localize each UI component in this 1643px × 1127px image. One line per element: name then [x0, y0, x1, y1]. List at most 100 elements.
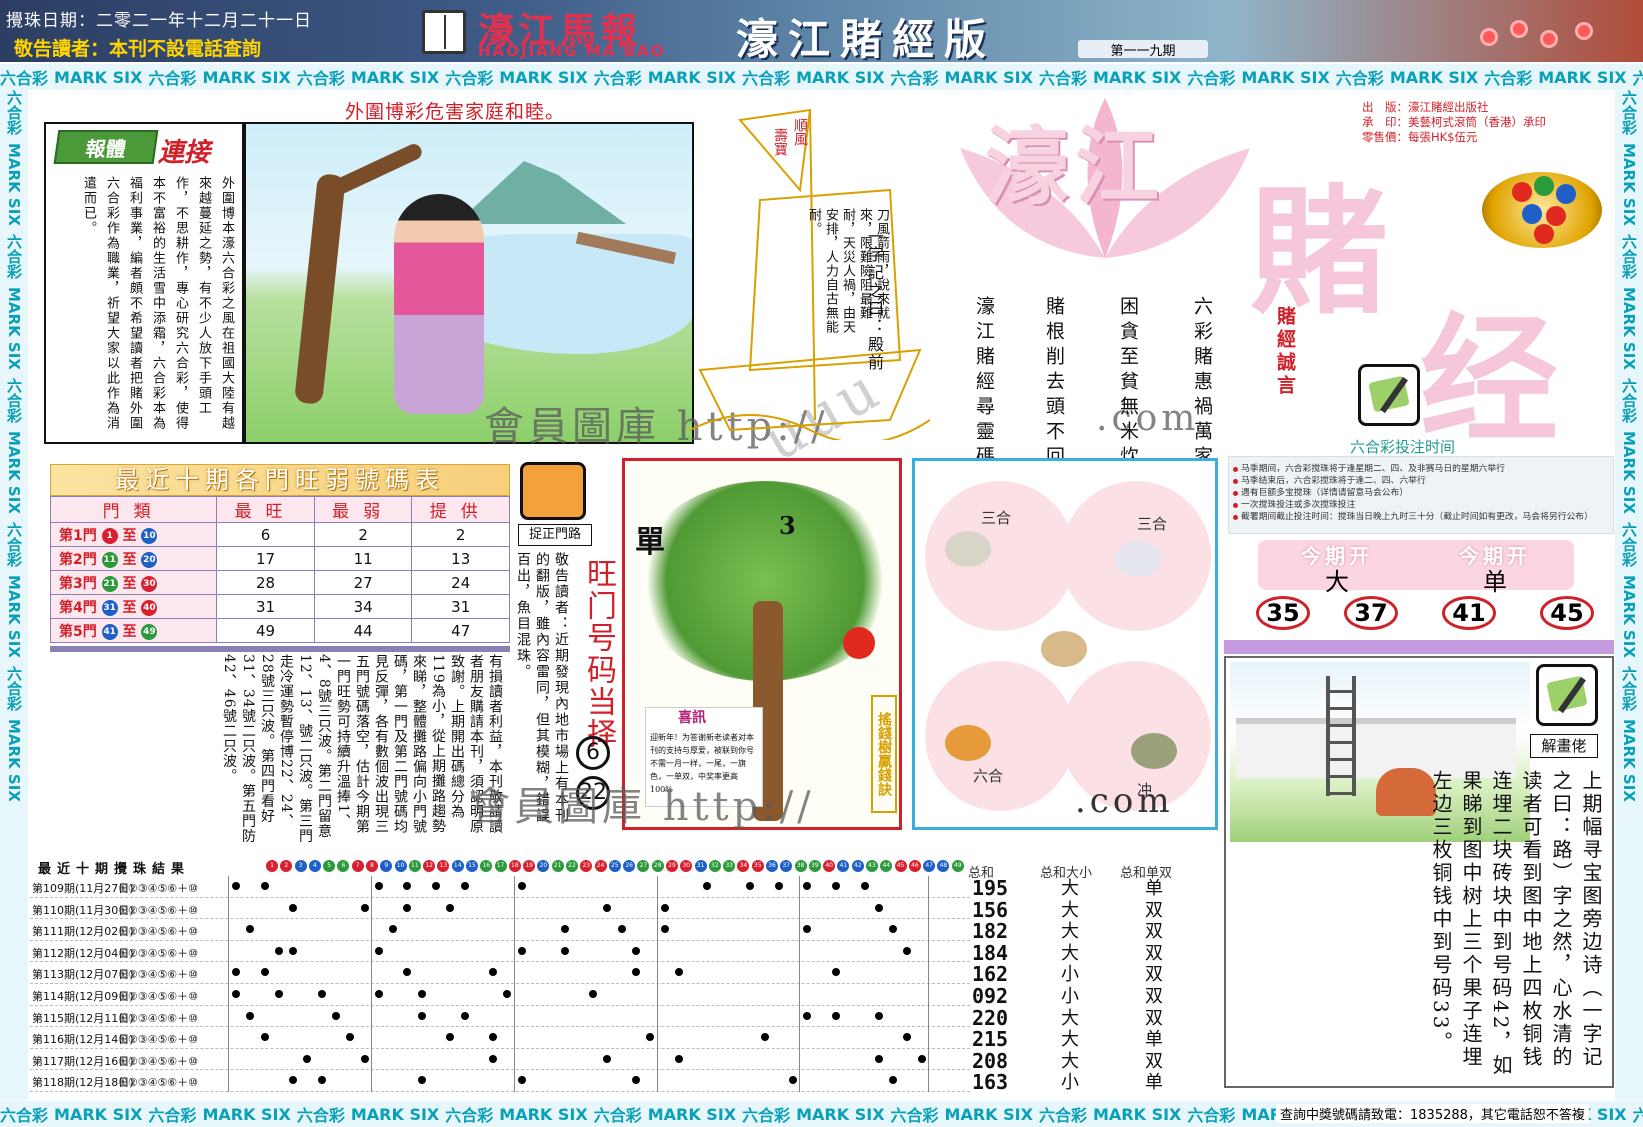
drawn-number-mark — [746, 882, 755, 890]
article-body: 外圍博本濠六合彩之風在祖國大陸有越來越蔓延之勢，有不少人放下手頭工作，不思耕作，… — [81, 176, 234, 431]
drawn-number-mark — [503, 990, 512, 998]
hot-gate-number: 6 — [576, 736, 610, 770]
drawn-number-mark — [417, 1011, 426, 1020]
number-ball: 22 — [566, 860, 578, 872]
band-label-cn: 六合彩 — [1038, 1106, 1087, 1125]
number-ball: 20 — [537, 860, 550, 872]
no-phone-warning: 敬告讀者：本刊不設電話查詢 — [14, 38, 262, 60]
to-word: 至 — [122, 575, 137, 592]
drawn-number-mark — [903, 1033, 912, 1042]
title-haojiang: 濠江 — [985, 117, 1166, 216]
draw-slots: ①②③④⑤⑥＋⑩ — [118, 1033, 199, 1047]
lily-decoration — [1450, 8, 1630, 58]
ball-to: 30 — [141, 575, 158, 592]
number-ball: 48 — [937, 860, 950, 872]
cold-cell: 11 — [313, 546, 413, 571]
drawn-number-mark — [446, 1033, 455, 1042]
parity-value: 双 — [1145, 899, 1163, 921]
drawn-number-mark — [489, 968, 498, 977]
seated-lady — [394, 194, 484, 414]
band-label-en: MARK SIX — [796, 1104, 885, 1124]
gambling-verse-4: 濠江賭經尋靈碼 — [973, 296, 995, 471]
size-value: 小 — [1061, 1072, 1079, 1094]
edition-title: 濠江賭經版 — [736, 15, 997, 62]
drawn-number-mark — [803, 925, 812, 934]
motto: 賭經誠言 — [1274, 306, 1296, 398]
col-header: 最旺 — [216, 496, 315, 523]
band-label-cn: 六合彩 — [1484, 69, 1533, 88]
drawn-number-mark — [403, 903, 412, 912]
mountain — [456, 161, 626, 224]
zodiac-dotcom: .com — [1075, 781, 1174, 821]
writing-hand-icon-2 — [1536, 664, 1598, 726]
drawn-number-mark — [374, 990, 383, 998]
zone-row: 第5門 41 至 49 49 44 47 — [49, 618, 510, 643]
parity-value: 单 — [1145, 1029, 1163, 1051]
number-ball: 43 — [866, 860, 878, 872]
article-box: 報體 連接 外圍博本濠六合彩之風在祖國大陸有越來越蔓延之勢，有不少人放下手頭工作… — [44, 122, 244, 444]
ball-to: 49 — [141, 623, 158, 640]
grid-divider — [928, 876, 929, 1092]
hot-gate-title: 旺门号码当择 — [581, 558, 616, 750]
drawn-number-mark — [260, 968, 269, 977]
member-watermark-2: 會員圖庫 http:// — [470, 784, 815, 830]
title-du: 賭 — [1250, 170, 1389, 333]
six-harmony-label: 六合 — [973, 767, 1004, 785]
cold-cell: 44 — [313, 618, 413, 643]
sum-value: 092 — [971, 983, 1009, 1008]
drawn-number-mark — [417, 1076, 426, 1085]
drawn-number-mark — [389, 925, 398, 934]
band-label-en: MARK SIX — [202, 67, 291, 87]
band-label-vertical: 六合彩 — [5, 233, 23, 279]
number-ball: 39 — [808, 860, 821, 872]
band-label-en: MARK SIX — [350, 67, 440, 87]
period-number: 第114期 — [32, 990, 75, 1003]
ball-from: 41 — [101, 623, 118, 640]
band-label-cn: 六合彩 — [890, 1106, 939, 1125]
band-label-vertical: 六合彩 — [5, 521, 23, 567]
drawn-number-mark — [760, 1033, 769, 1042]
result-row: 第112期(12月04日) ①②③④⑤⑥＋⑩ — [30, 941, 970, 963]
gambling-verse-1: 六彩賭惠禍萬家 — [1191, 296, 1213, 471]
to-word: 至 — [122, 551, 137, 568]
period-number: 第109期 — [32, 882, 75, 895]
drawn-number-mark — [617, 925, 626, 934]
band-label-cn: 六合彩 — [593, 1106, 642, 1125]
zodiac-box: 三合 三合 六合 冲 .com — [912, 458, 1218, 830]
number-ball: 24 — [594, 860, 607, 872]
drawn-number-mark — [303, 1054, 312, 1063]
drawn-number-mark — [632, 968, 640, 977]
flag-text-2: 壽寶 — [772, 128, 788, 156]
drawn-number-mark — [874, 903, 883, 912]
size-value: 小 — [1061, 985, 1079, 1007]
results-grid: 第109期(11月27日) ①②③④⑤⑥＋⑩ 第110期(11月30日) ①②③④⑤⑥… — [30, 876, 970, 1092]
draw-date: 攪珠日期：二零二一年十二月二十一日 — [6, 11, 312, 31]
time-item: 截署期间截止投注时间：搅珠当日晚上九时三十分（截止时间如有更改，马会将另行公布） — [1229, 511, 1613, 523]
drawn-number-mark — [832, 882, 840, 890]
gambling-verse-3: 賭根削去頭不回 — [1043, 296, 1065, 471]
drawn-number-mark — [403, 968, 412, 977]
band-label-en: MARK SIX — [54, 67, 143, 87]
band-label-en: MARK SIX — [944, 67, 1033, 87]
draw-slots: ①②③④⑤⑥＋⑩ — [118, 946, 199, 960]
hot-cell: 28 — [216, 570, 315, 595]
ball-to: 10 — [141, 527, 158, 544]
number-ball: 26 — [623, 860, 636, 872]
number-ball: 18 — [508, 860, 521, 872]
result-row: 第109期(11月27日) ①②③④⑤⑥＋⑩ — [30, 876, 970, 898]
hotline-note: 查詢中獎號碼請致電：1835288，其它電話恕不答複 — [1276, 1104, 1589, 1123]
number-ball: 28 — [651, 860, 664, 872]
col-header: 門類 — [49, 496, 218, 523]
parity-value: 双 — [1145, 942, 1163, 964]
number-ball: 34 — [737, 860, 750, 872]
goat-icon — [945, 531, 991, 567]
zone-table-title: 最近十期各門旺弱號碼表 — [50, 464, 510, 496]
drawn-number-mark — [260, 1033, 269, 1042]
period-number: 第116期 — [32, 1033, 75, 1047]
open-value-size: 大 — [1325, 568, 1349, 596]
drawn-number-mark — [589, 990, 598, 998]
hot-cell: 31 — [216, 594, 315, 619]
drawn-number-mark — [774, 882, 783, 890]
zone-row: 第2門 11 至 20 17 11 13 — [49, 546, 510, 571]
number-ball: 23 — [580, 860, 593, 872]
